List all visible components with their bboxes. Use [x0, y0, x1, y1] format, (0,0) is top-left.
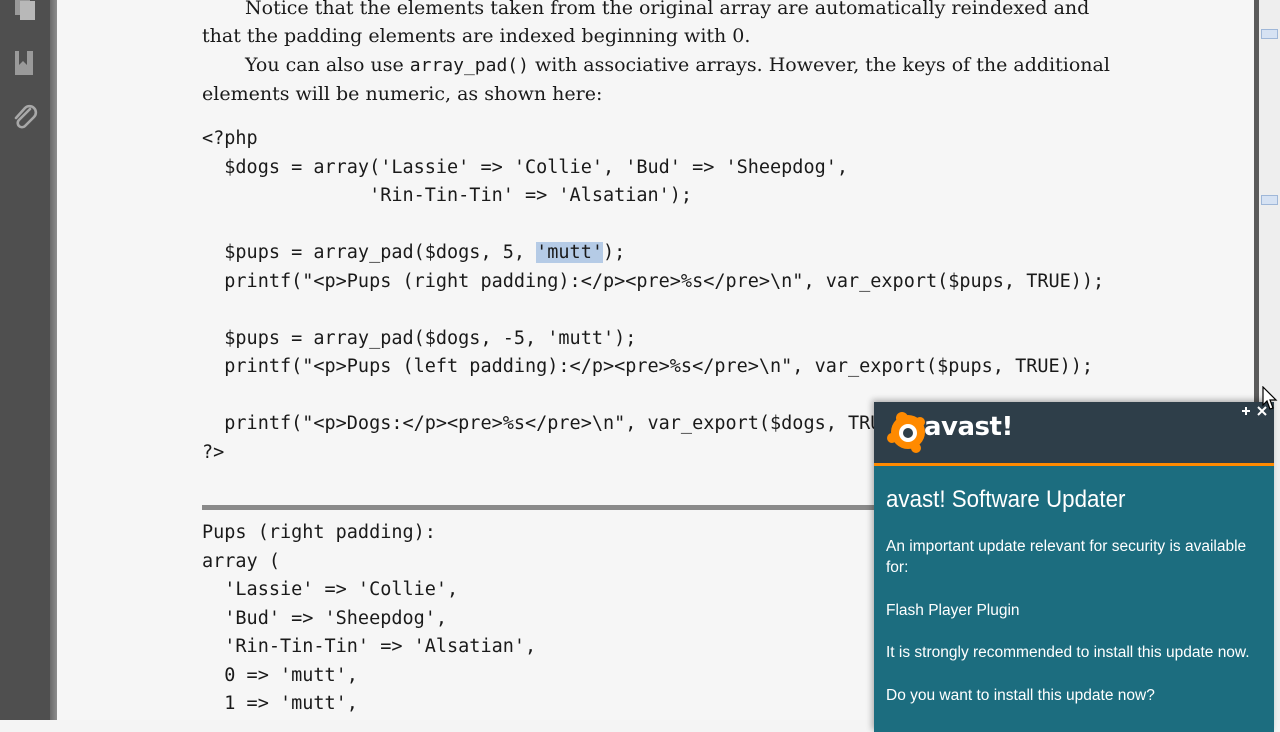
popup-title: avast! Software Updater [886, 486, 1126, 513]
code-line: $dogs = array('Lassie' => 'Collie', 'Bud… [202, 156, 849, 178]
output-line: 1 => 'mutt', [202, 693, 358, 714]
output-line: Pups (right padding): [202, 522, 436, 543]
popup-question: Do you want to install this update now? [886, 687, 1155, 704]
output-line: 'Rin-Tin-Tin' => 'Alsatian', [202, 636, 537, 657]
output-line: 'Lassie' => 'Collie', [202, 579, 459, 600]
popup-header: avast! [874, 402, 1274, 463]
paragraph-associative: You can also use array_pad() with associ… [202, 51, 1162, 108]
code-line: $pups = array_pad($dogs, -5, 'mutt'); [202, 327, 637, 349]
mouse-cursor-icon [1262, 385, 1278, 412]
output-divider [202, 505, 902, 510]
popup-recommendation: It is strongly recommended to install th… [886, 644, 1250, 661]
pages-icon[interactable] [10, 0, 40, 22]
popup-message: An important update relevant for securit… [886, 538, 1247, 576]
sidebar-splitter[interactable] [50, 0, 57, 720]
code-text: ); [602, 242, 626, 263]
paragraph-line: that the padding elements are indexed be… [202, 25, 751, 47]
output-code-block: Pups (right padding): array ( 'Lassie' =>… [202, 519, 536, 719]
popup-product: Flash Player Plugin [886, 602, 1020, 619]
code-line: printf("<p>Pups (right padding):</p><pre… [202, 270, 1105, 292]
attachment-icon[interactable] [10, 103, 40, 133]
code-text: $pups = array_pad($dogs, 5, [202, 242, 537, 263]
code-line: <?php [202, 128, 258, 149]
code-line: 'Rin-Tin-Tin' => 'Alsatian'); [202, 185, 693, 206]
output-line: 0 => 'mutt', [202, 664, 358, 686]
inline-code: array_pad() [409, 55, 529, 76]
output-line: 'Bud' => 'Sheepdog', [202, 607, 448, 629]
paragraph-text: You can also use [245, 54, 410, 76]
output-line: array ( [202, 550, 280, 572]
paragraph-line: Notice that the elements taken from the … [245, 0, 1090, 19]
paragraph-line: elements will be numeric, as shown here: [202, 83, 603, 105]
code-line: printf("<p>Pups (left padding):</p><pre>… [202, 356, 1094, 377]
paragraph-reindex: Notice that the elements taken from the … [202, 0, 1162, 50]
avast-update-popup: avast! avast! Software Updater An import… [874, 402, 1274, 732]
avast-logo-text: avast! [924, 412, 1013, 442]
popup-accent-rule [874, 463, 1274, 466]
navigation-sidebar [0, 0, 50, 720]
pin-icon[interactable] [1240, 404, 1252, 416]
selected-text[interactable]: 'mutt' [536, 242, 603, 263]
scrollbar-marker[interactable] [1261, 29, 1278, 39]
paragraph-text: with associative arrays. However, the ke… [528, 54, 1110, 76]
code-line: $pups = array_pad($dogs, 5, 'mutt'); [202, 239, 1104, 268]
bookmark-icon[interactable] [10, 48, 40, 78]
scrollbar-thumb[interactable] [1261, 195, 1278, 205]
